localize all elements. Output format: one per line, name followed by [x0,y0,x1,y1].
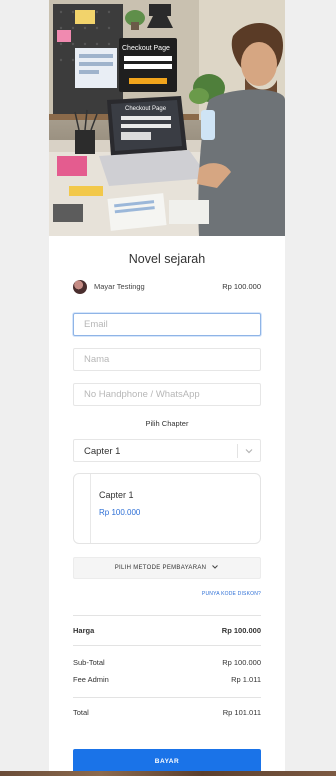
admin-fee-label: Fee Admin [73,675,109,684]
chapter-select[interactable]: Capter 1 [73,439,261,462]
chevron-down-icon [245,449,253,454]
payment-method-button[interactable]: PILIH METODE PEMBAYARAN [73,557,261,579]
chapter-select-value: Capter 1 [84,446,121,457]
chapter-label: Pilih Chapter [145,419,189,428]
chevron-down-icon [212,565,219,570]
subtotal-value: Rp 100.000 [222,658,261,667]
chapter-name: Capter 1 [99,490,134,500]
chapter-option-card[interactable]: Capter 1 Rp 100.000 [73,473,261,544]
checkout-card: Checkout Page Checkout Page Novel sejara… [49,0,285,776]
chapter-price: Rp 100.000 [99,508,141,517]
card-divider [90,474,91,543]
total-value: Rp 101.011 [222,708,261,717]
select-divider [237,444,238,458]
seller-row: Mayar Testingg Rp 100.000 [73,279,261,297]
admin-fee-value: Rp 1.011 [231,675,261,684]
email-field[interactable] [73,313,261,336]
price-label: Harga [73,626,95,635]
background-strip [0,771,336,776]
phone-field[interactable] [73,383,261,406]
subtotal-row: Sub-Total Rp 100.000 [73,658,261,670]
divider [73,615,261,616]
name-field[interactable] [73,348,261,371]
price-row: Harga Rp 100.000 [73,626,261,638]
total-row: Total Rp 101.011 [73,708,261,720]
divider [73,697,261,698]
subtotal-label: Sub-Total [73,658,105,667]
pay-button[interactable]: BAYAR [73,749,261,773]
discount-code-link[interactable]: PUNYA KODE DISKON? [202,591,261,597]
price-value: Rp 100.000 [221,626,261,635]
admin-fee-row: Fee Admin Rp 1.011 [73,675,261,687]
product-price: Rp 100.000 [222,282,261,291]
total-label: Total [73,708,89,717]
seller-avatar [73,280,87,294]
svg-text:Checkout Page: Checkout Page [122,45,170,52]
product-title: Novel sejarah [128,252,206,266]
hero-image: Checkout Page Checkout Page [49,0,285,236]
payment-method-label: PILIH METODE PEMBAYARAN [114,565,207,571]
seller-name: Mayar Testingg [94,282,145,291]
svg-text:Checkout Page: Checkout Page [125,106,167,112]
divider [73,645,261,646]
